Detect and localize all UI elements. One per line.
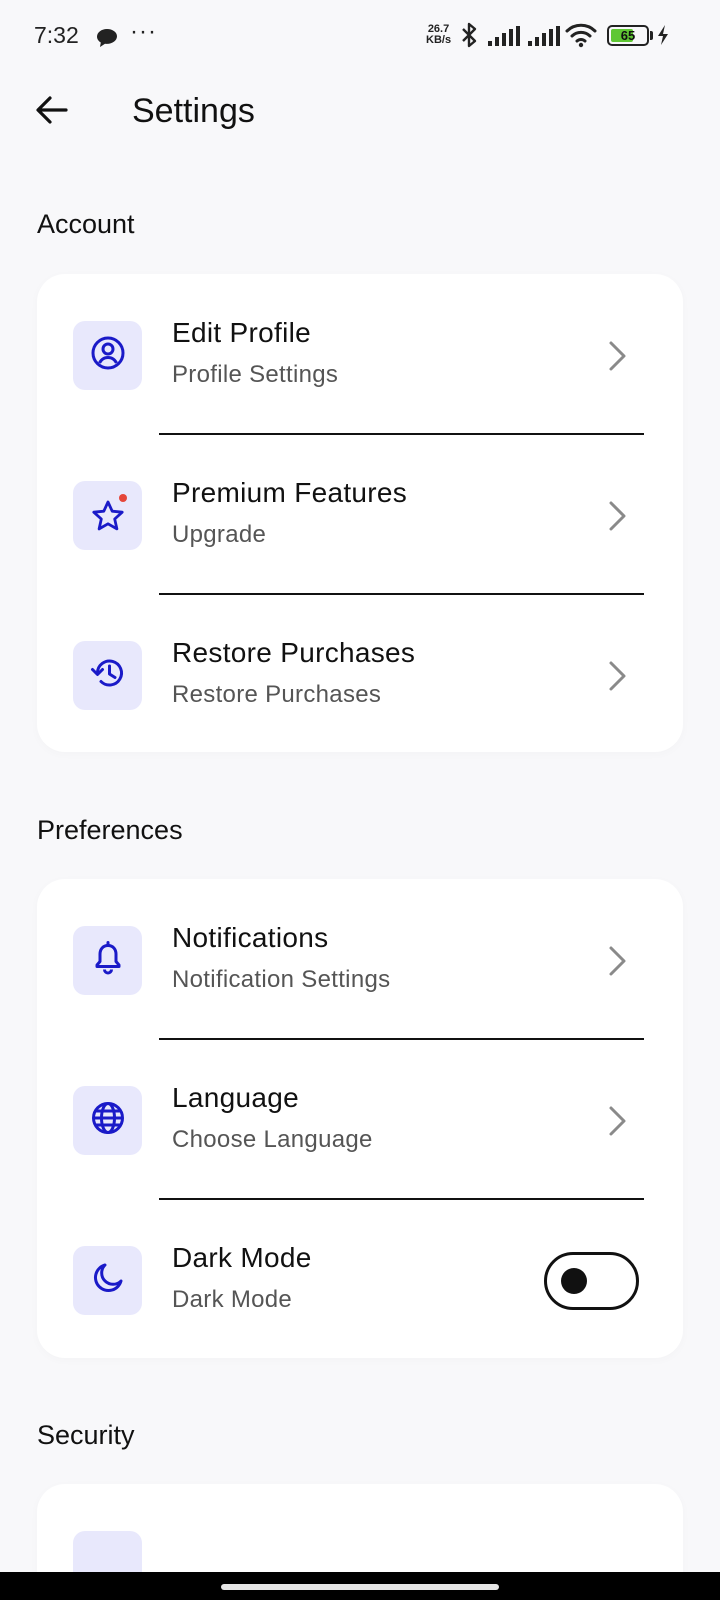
- toggle-knob: [561, 1268, 587, 1294]
- row-icon-container: [73, 321, 142, 390]
- row-subtitle: Choose Language: [172, 1126, 373, 1153]
- row-subtitle: Dark Mode: [172, 1286, 293, 1313]
- settings-item-restore-purchases[interactable]: Restore Purchases Restore Purchases: [37, 594, 683, 758]
- battery-cap: [650, 31, 653, 40]
- chevron-right-icon: [607, 1105, 627, 1142]
- settings-item-premium-features[interactable]: Premium Features Upgrade: [37, 434, 683, 598]
- battery-level: 65: [620, 28, 636, 43]
- settings-item-notifications[interactable]: Notifications Notification Settings: [37, 879, 683, 1043]
- row-subtitle: Upgrade: [172, 521, 267, 548]
- row-subtitle: Notification Settings: [172, 966, 391, 993]
- home-gesture-handle[interactable]: [221, 1584, 499, 1590]
- status-bar: 7:32 ··· 26.7 KB/s 65: [0, 0, 720, 72]
- more-notifications-icon: ···: [130, 18, 157, 45]
- page-title: Settings: [132, 92, 255, 130]
- settings-item-language[interactable]: Language Choose Language: [37, 1039, 683, 1203]
- row-icon-container: [73, 481, 142, 550]
- wifi-icon: [565, 22, 597, 53]
- row-icon-container: [73, 1246, 142, 1315]
- chevron-right-icon: [607, 340, 627, 377]
- row-title: Restore Purchases: [172, 637, 416, 668]
- chat-bubble-icon: [96, 28, 118, 53]
- row-icon-container: [73, 641, 142, 710]
- chevron-right-icon: [607, 945, 627, 982]
- charging-bolt-icon: [656, 24, 670, 51]
- arrow-left-icon: [36, 95, 68, 129]
- settings-item-edit-profile[interactable]: Edit Profile Profile Settings: [37, 274, 683, 438]
- signal-icon: [488, 26, 520, 51]
- status-time: 7:32: [34, 22, 79, 48]
- row-subtitle: Restore Purchases: [172, 681, 382, 708]
- preferences-card: Notifications Notification Settings Lang…: [37, 879, 683, 1358]
- network-speed: 26.7 KB/s: [426, 24, 451, 46]
- signal-icon: [528, 26, 560, 51]
- history-icon: [90, 655, 126, 696]
- row-title: Notifications: [172, 922, 329, 953]
- row-icon-container: [73, 926, 142, 995]
- row-title: Dark Mode: [172, 1242, 312, 1273]
- settings-item-dark-mode: Dark Mode Dark Mode: [37, 1199, 683, 1363]
- account-circle-icon: [90, 335, 126, 376]
- row-title: Edit Profile: [172, 317, 311, 348]
- section-header-account: Account: [37, 209, 135, 239]
- system-navigation-bar: [0, 1572, 720, 1600]
- battery-icon: 65: [607, 25, 649, 46]
- bell-icon: [90, 940, 126, 981]
- row-title: Premium Features: [172, 477, 408, 508]
- back-button[interactable]: [28, 88, 76, 136]
- star-icon: [90, 498, 126, 534]
- section-header-preferences: Preferences: [37, 815, 183, 845]
- row-subtitle: Profile Settings: [172, 361, 339, 388]
- account-card: Edit Profile Profile Settings Premium Fe…: [37, 274, 683, 752]
- moon-icon: [90, 1260, 126, 1301]
- row-icon-container: [73, 1086, 142, 1155]
- bluetooth-icon: [460, 22, 478, 53]
- chevron-right-icon: [607, 500, 627, 537]
- network-speed-unit: KB/s: [426, 34, 452, 46]
- notification-badge-dot: [119, 494, 127, 502]
- chevron-right-icon: [607, 660, 627, 697]
- row-title: Language: [172, 1082, 299, 1113]
- section-header-security: Security: [37, 1420, 135, 1450]
- dark-mode-toggle[interactable]: [544, 1252, 639, 1310]
- globe-icon: [90, 1100, 126, 1141]
